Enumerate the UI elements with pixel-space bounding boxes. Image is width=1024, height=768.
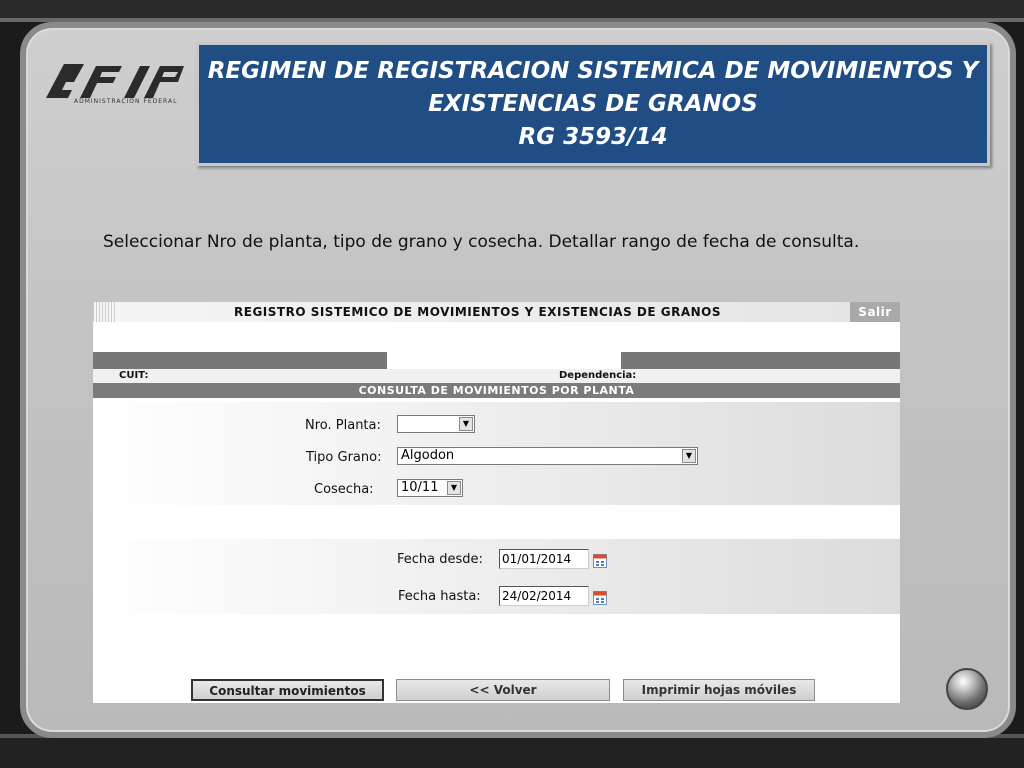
afip-logo-mark	[46, 64, 184, 98]
consultar-movimientos-button[interactable]: Consultar movimientos	[191, 679, 384, 701]
header-line-1: REGIMEN DE REGISTRACION SISTEMICA DE MOV…	[207, 58, 979, 84]
fecha-hasta-input[interactable]: 24/02/2014	[499, 586, 589, 606]
info-row: CUIT: Dependencia:	[93, 369, 900, 383]
chevron-down-icon: ▼	[459, 417, 473, 431]
cosecha-select[interactable]: 10/11 ▼	[397, 479, 463, 497]
grano-select[interactable]: Algodon ▼	[397, 447, 698, 465]
title-stripes	[93, 302, 117, 322]
fecha-desde-input[interactable]: 01/01/2014	[499, 549, 589, 569]
navigation-orb-button[interactable]	[946, 668, 988, 710]
cuit-label: CUIT:	[119, 370, 149, 381]
chevron-down-icon: ▼	[682, 449, 696, 463]
form-block-planta: Nro. Planta: ▼ Tipo Grano: Algodon ▼ Cos…	[93, 402, 900, 505]
logo-subtitle: ADMINISTRACION FEDERAL	[74, 98, 178, 105]
form-block-fechas: Fecha desde: 01/01/2014 Fecha hasta: 24/…	[93, 539, 900, 614]
app-screenshot: REGISTRO SISTEMICO DE MOVIMIENTOS Y EXIS…	[93, 302, 900, 703]
grano-value: Algodon	[401, 448, 455, 463]
afip-logo: ADMINISTRACION FEDERAL	[44, 60, 194, 110]
planta-label: Nro. Planta:	[305, 418, 381, 433]
planta-select[interactable]: ▼	[397, 415, 475, 433]
salir-link[interactable]: Salir	[850, 302, 900, 322]
volver-button[interactable]: << Volver	[396, 679, 610, 701]
cosecha-label: Cosecha:	[314, 482, 374, 497]
slide-header: REGIMEN DE REGISTRACION SISTEMICA DE MOV…	[196, 42, 990, 166]
calendar-icon[interactable]	[593, 554, 607, 568]
header-line-2: EXISTENCIAS DE GRANOS	[428, 91, 758, 117]
grey-bar-left	[93, 352, 387, 369]
app-title: REGISTRO SISTEMICO DE MOVIMIENTOS Y EXIS…	[234, 305, 722, 319]
section-title: CONSULTA DE MOVIMIENTOS POR PLANTA	[93, 383, 900, 398]
calendar-icon[interactable]	[593, 591, 607, 605]
cosecha-value: 10/11	[401, 480, 439, 495]
grano-label: Tipo Grano:	[306, 450, 382, 465]
app-title-bar: REGISTRO SISTEMICO DE MOVIMIENTOS Y EXIS…	[93, 302, 900, 322]
header-line-3: RG 3593/14	[518, 124, 668, 150]
top-band	[0, 0, 1024, 22]
imprimir-hojas-button[interactable]: Imprimir hojas móviles	[623, 679, 815, 701]
grey-bar-right	[621, 352, 900, 369]
chevron-down-icon: ▼	[447, 481, 461, 495]
hasta-label: Fecha hasta:	[398, 589, 481, 604]
bottom-band	[0, 734, 1024, 768]
instruction-text: Seleccionar Nro de planta, tipo de grano…	[103, 232, 860, 252]
desde-label: Fecha desde:	[397, 552, 483, 567]
dependencia-label: Dependencia:	[559, 370, 637, 381]
